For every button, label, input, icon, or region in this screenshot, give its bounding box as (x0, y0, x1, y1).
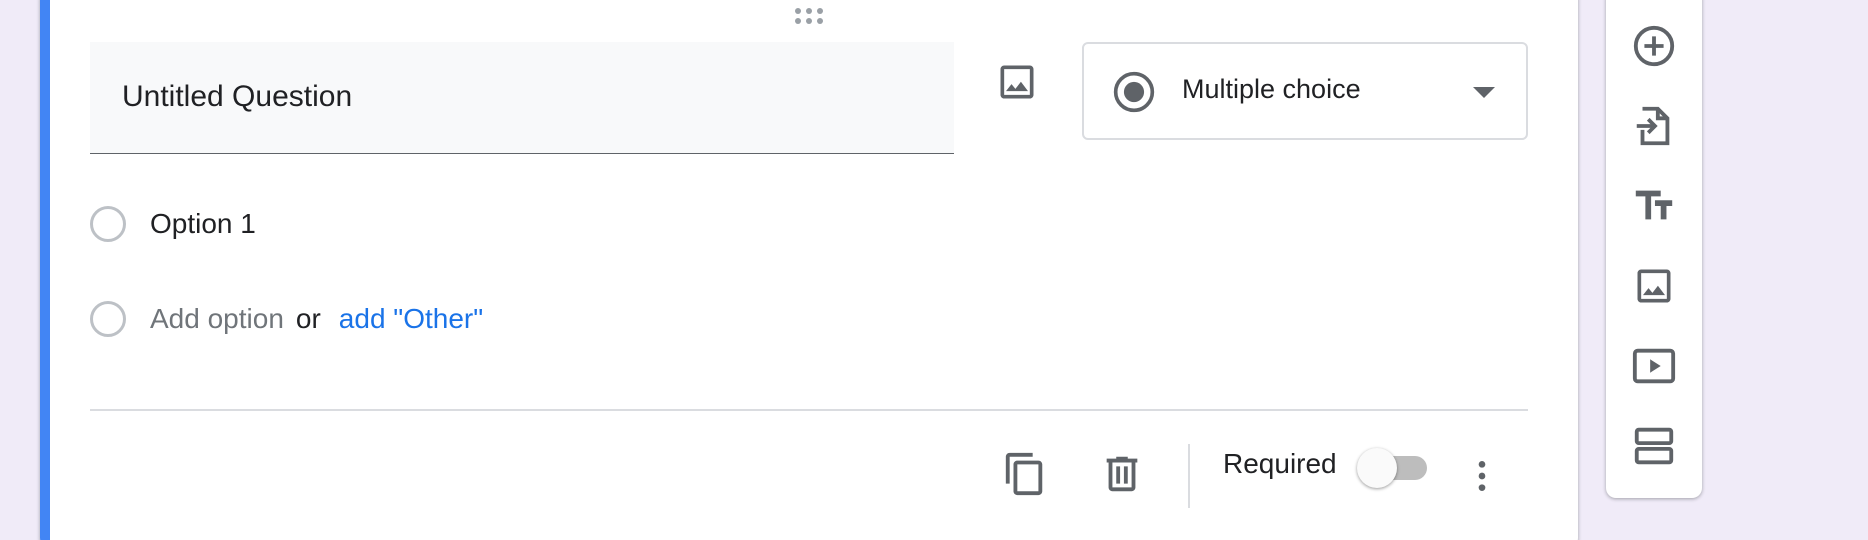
floating-toolbar (1606, 0, 1702, 498)
add-question-image-button[interactable] (987, 52, 1047, 112)
footer-divider (90, 409, 1528, 411)
add-video-button[interactable] (1626, 338, 1682, 394)
option-row[interactable]: Option 1 (90, 202, 256, 246)
add-option-radio (90, 301, 126, 337)
required-toggle[interactable] (1357, 448, 1429, 488)
video-icon (1632, 348, 1676, 384)
trash-icon (1106, 456, 1138, 492)
drag-handle-icon[interactable] (795, 8, 829, 26)
import-questions-icon (1636, 106, 1670, 146)
or-separator: or (295, 303, 321, 334)
question-title-input[interactable] (122, 42, 922, 152)
duplicate-button[interactable] (997, 446, 1053, 502)
add-section-button[interactable] (1626, 418, 1682, 474)
section-icon (1634, 427, 1674, 465)
caret-down-icon (1473, 87, 1495, 98)
add-option-input[interactable]: Add option (150, 303, 284, 335)
question-type-dropdown[interactable]: Multiple choice (1082, 42, 1528, 140)
copy-icon (1005, 452, 1043, 496)
footer-separator (1188, 444, 1190, 508)
add-other-link[interactable]: add "Other" (339, 303, 483, 335)
form-editor: Multiple choice Option 1 Add option or a… (0, 0, 1868, 540)
image-icon (1000, 65, 1034, 99)
add-option-row: Add option or add "Other" (90, 297, 483, 341)
required-label: Required (1223, 448, 1337, 479)
add-title-button[interactable] (1626, 178, 1682, 234)
toggle-knob (1357, 448, 1397, 488)
option-label[interactable]: Option 1 (150, 208, 256, 240)
option-radio (90, 206, 126, 242)
title-text-icon (1635, 190, 1673, 220)
delete-button[interactable] (1094, 446, 1150, 502)
active-card-indicator (40, 0, 50, 540)
image-icon (1637, 269, 1671, 303)
question-card[interactable]: Multiple choice Option 1 Add option or a… (40, 0, 1578, 540)
add-question-button[interactable] (1626, 18, 1682, 74)
question-type-label: Multiple choice (1182, 74, 1361, 104)
more-vert-icon (1478, 461, 1486, 491)
question-title-field[interactable] (90, 42, 954, 154)
more-options-button[interactable] (1454, 448, 1510, 504)
radio-checked-icon (1113, 71, 1155, 113)
add-image-button[interactable] (1626, 258, 1682, 314)
import-questions-button[interactable] (1626, 98, 1682, 154)
add-circle-icon (1633, 25, 1675, 67)
